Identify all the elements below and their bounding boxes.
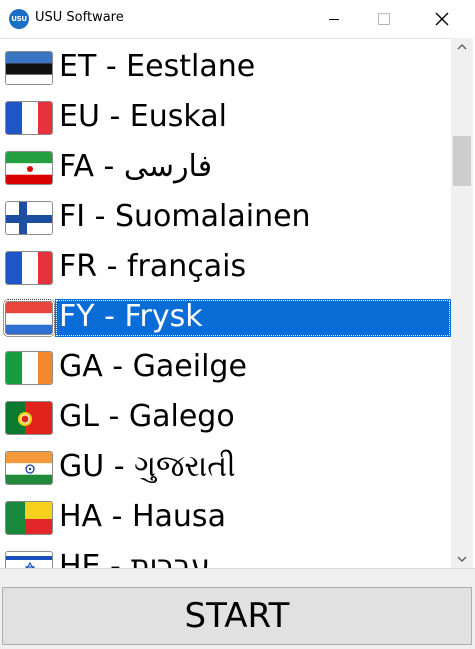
list-item[interactable]: FI - Suomalainen [1, 193, 451, 243]
france-flag-icon [5, 251, 53, 285]
close-button[interactable] [419, 0, 465, 38]
language-label: FA - فارسی [59, 149, 213, 184]
language-list[interactable]: ET - Eestlane EU - Euskal FA - فارسی FI … [1, 38, 451, 569]
scroll-down-button[interactable] [451, 550, 473, 568]
close-icon [435, 12, 449, 26]
start-button[interactable]: START [2, 587, 472, 645]
chevron-up-icon [457, 44, 467, 50]
ireland-flag-icon [5, 351, 53, 385]
netherlands-flag-icon [3, 299, 55, 337]
list-item[interactable]: HA - Hausa [1, 493, 451, 543]
list-item[interactable]: ET - Eestlane [1, 43, 451, 93]
benin-flag-icon [5, 501, 53, 535]
language-label: GU - ગુજરાતી [59, 449, 236, 484]
scrollbar-thumb[interactable] [453, 136, 471, 186]
language-label: ET - Eestlane [59, 49, 256, 84]
footer-area: START [0, 568, 475, 649]
list-item[interactable]: FA - فارسی [1, 143, 451, 193]
language-label: GL - Galego [59, 399, 235, 434]
app-logo-icon: USU [9, 9, 29, 29]
maximize-button[interactable] [361, 0, 407, 38]
list-item[interactable]: GA - Gaeilge [1, 343, 451, 393]
list-item-selected[interactable]: FY - Frysk [1, 293, 451, 343]
app-window: USU USU Software ET - Eestlane EU - Eusk… [0, 0, 475, 649]
portugal-flag-icon [5, 401, 53, 435]
india-flag-icon [5, 451, 53, 485]
language-label: EU - Euskal [59, 99, 227, 134]
language-label: FR - français [59, 249, 247, 284]
list-item[interactable]: FR - français [1, 243, 451, 293]
list-item[interactable]: GL - Galego [1, 393, 451, 443]
maximize-icon [378, 13, 390, 25]
language-label: HA - Hausa [59, 499, 226, 534]
language-label: HE - עברית [59, 549, 210, 569]
scroll-up-button[interactable] [451, 38, 473, 56]
language-label: GA - Gaeilge [59, 349, 247, 384]
france-flag-icon [5, 101, 53, 135]
chevron-down-icon [457, 556, 467, 562]
language-label: FI - Suomalainen [59, 199, 311, 234]
list-item[interactable]: EU - Euskal [1, 93, 451, 143]
list-item[interactable]: GU - ગુજરાતી [1, 443, 451, 493]
minimize-button[interactable] [311, 0, 357, 38]
vertical-scrollbar[interactable] [451, 38, 473, 568]
title-bar[interactable]: USU USU Software [0, 0, 475, 38]
minimize-icon [329, 18, 339, 20]
language-label: FY - Frysk [55, 299, 451, 337]
window-title: USU Software [35, 10, 124, 25]
estonia-flag-icon [5, 51, 53, 85]
israel-flag-icon [5, 551, 53, 569]
finland-flag-icon [5, 201, 53, 235]
list-item[interactable]: HE - עברית [1, 543, 451, 569]
iran-flag-icon [5, 151, 53, 185]
